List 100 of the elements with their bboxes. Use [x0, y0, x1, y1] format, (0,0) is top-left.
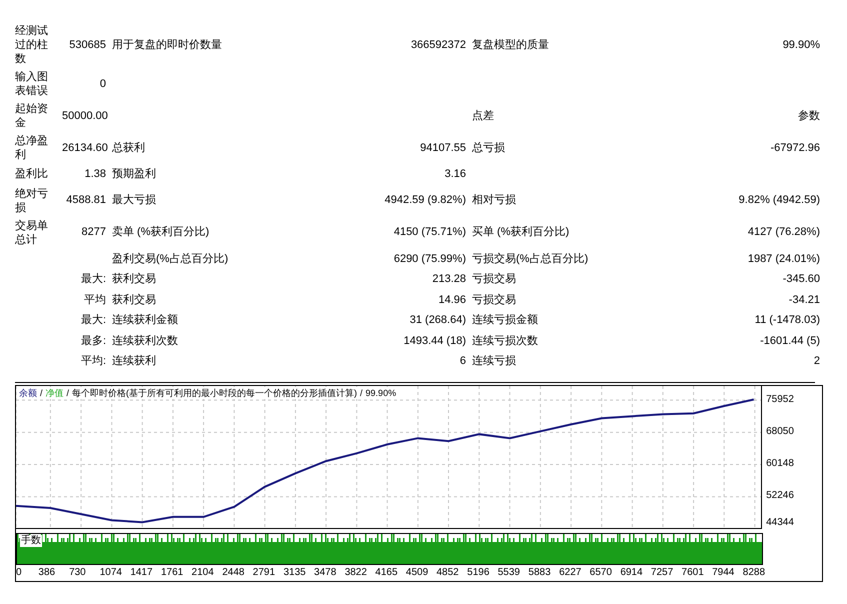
axis-tick-label: 60148 [766, 458, 794, 470]
axis-tick-label: 5196 [467, 566, 490, 578]
field-label: 总净盈利 [15, 135, 48, 161]
axis-tick-label: 7257 [650, 566, 674, 578]
field-value: 50000.00 [62, 110, 108, 122]
field-label: 连续亏损 [472, 355, 516, 367]
axis-tick-label: 8288 [742, 566, 766, 578]
field-label: 获利交易 [112, 273, 156, 285]
field-label: 预期盈利 [112, 168, 156, 180]
field-label: 复盘模型的质量 [472, 38, 549, 51]
field-value: 最大: [80, 314, 106, 326]
legend-text: / [360, 386, 363, 398]
field-value: 最多: [80, 334, 106, 346]
legend-text: / [66, 386, 70, 398]
field-value: 8277 [82, 226, 106, 238]
axis-tick-label: 2104 [192, 566, 214, 578]
field-value: 2 [814, 355, 820, 367]
field-label: 连续亏损次数 [472, 334, 538, 346]
field-value: 3.16 [444, 168, 466, 180]
volume-label: 手数 [20, 534, 42, 546]
field-label: 连续获利 [112, 355, 156, 367]
axis-tick-label: 68050 [766, 426, 794, 438]
legend-text: / [40, 386, 43, 398]
axis-tick-label: 7944 [712, 566, 734, 578]
axis-tick-label: 4165 [375, 566, 398, 578]
field-label: 盈利比 [15, 168, 48, 180]
field-value: 366592372 [410, 38, 466, 51]
field-label: 总获利 [112, 142, 145, 154]
field-value: 4588.81 [66, 194, 106, 206]
field-label: 经测试过的柱数 [15, 25, 48, 65]
field-label: 交易单总计 [15, 220, 48, 246]
field-label: 卖单 (%获利百分比) [112, 226, 210, 238]
axis-tick-label: 6914 [620, 566, 643, 578]
axis-tick-label: 7601 [682, 566, 704, 578]
legend-text: 99.90% [366, 386, 396, 398]
axis-tick-label: 2448 [222, 566, 244, 578]
field-value: 平均: [80, 355, 106, 367]
field-label: 连续亏损金额 [472, 314, 538, 326]
field-value: -345.60 [782, 273, 820, 285]
field-value: 99.90% [782, 38, 820, 51]
field-value: 4150 (75.71%) [394, 226, 466, 238]
axis-tick-label: 386 [38, 566, 56, 578]
field-label: 连续获利次数 [112, 334, 178, 346]
axis-tick-label: 1074 [100, 566, 122, 578]
field-value: 4127 (76.28%) [748, 226, 820, 238]
field-value: 94107.55 [420, 142, 466, 154]
field-label: 用于复盘的即时价数量 [112, 38, 222, 51]
axis-tick-label: 3822 [344, 566, 367, 578]
field-label: 盈利交易(%占总百分比) [112, 252, 228, 264]
field-value: 4942.59 (9.82%) [384, 194, 466, 206]
axis-tick-label: 5539 [498, 566, 520, 578]
field-label: 亏损交易 [472, 273, 516, 285]
axis-tick-label: 1761 [160, 566, 184, 578]
field-value: 1.38 [84, 168, 106, 180]
field-value: 6 [460, 355, 466, 367]
field-value: 530685 [69, 38, 106, 51]
field-value: 1987 (24.01%) [748, 252, 820, 264]
axis-tick-label: 2791 [252, 566, 276, 578]
field-value: 26134.60 [62, 142, 108, 154]
field-value: -67972.96 [770, 142, 820, 154]
field-label: 绝对亏损 [15, 188, 48, 214]
axis-tick-label: 730 [69, 566, 86, 578]
field-label: 连续获利金额 [112, 314, 178, 326]
axis-tick-label: 6227 [559, 566, 582, 578]
field-label: 亏损交易(%占总百分比) [472, 252, 588, 264]
field-value: 参数 [798, 110, 820, 122]
field-value: 14.96 [438, 294, 466, 306]
field-label: 输入图表错误 [15, 71, 48, 97]
field-label: 获利交易 [112, 294, 156, 306]
field-label: 买单 (%获利百分比) [472, 226, 570, 238]
field-value: 平均 [84, 294, 106, 306]
axis-tick-label: 1417 [130, 566, 153, 578]
field-label: 点差 [472, 110, 494, 122]
field-value: 9.82% (4942.59) [738, 194, 820, 206]
legend-item: 净值 [46, 386, 64, 398]
field-label: 相对亏损 [472, 194, 516, 206]
axis-tick-label: 4509 [406, 566, 428, 578]
field-value: 11 (-1478.03) [754, 314, 820, 326]
axis-tick-label: 52246 [766, 490, 794, 502]
field-value: 6290 (75.99%) [394, 252, 466, 264]
field-value: 1493.44 (18) [404, 334, 466, 346]
legend-item: 余额 [19, 386, 37, 398]
axis-tick-label: 44344 [766, 516, 794, 528]
field-label: 总亏损 [472, 142, 505, 154]
field-label: 最大亏损 [112, 194, 156, 206]
axis-tick-label: 3478 [314, 566, 336, 578]
axis-tick-label: 0 [16, 566, 22, 578]
axis-tick-label: 4852 [436, 566, 459, 578]
field-value: 31 (268.64) [410, 314, 466, 326]
field-label: 起始资金 [15, 103, 48, 129]
axis-tick-label: 75952 [766, 394, 794, 406]
legend-text: 每个即时价格(基于所有可利用的最小时段的每一个价格的分形插值计算) [72, 386, 358, 398]
axis-tick-label: 3135 [283, 566, 306, 578]
axis-tick-label: 6570 [590, 566, 612, 578]
field-value: 0 [100, 78, 106, 90]
field-value: -1601.44 (5) [760, 334, 820, 346]
field-value: 213.28 [432, 273, 466, 285]
field-value: -34.21 [788, 294, 820, 306]
axis-tick-label: 5883 [528, 566, 551, 578]
field-label: 亏损交易 [472, 294, 516, 306]
